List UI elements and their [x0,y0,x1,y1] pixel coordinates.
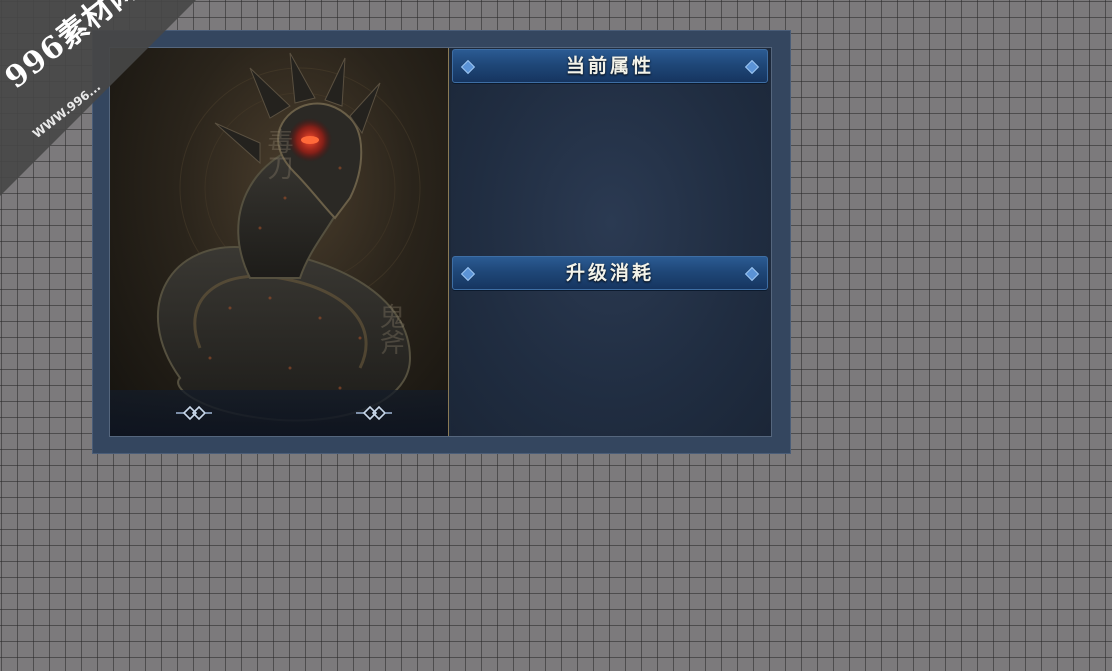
diamond-chain-ornament-icon [356,405,392,421]
portrait-footer [110,390,448,436]
current-attributes-title: 当前属性 [565,55,654,77]
portrait-stamp-1: 毒刀 [263,128,293,180]
portrait-artwork: 毒刀 鬼斧 [110,48,449,436]
upgrade-cost-body [452,292,768,432]
upgrade-cost-title: 升级消耗 [565,262,654,284]
diamond-chain-ornament-icon [176,405,212,421]
upgrade-panel: 毒刀 鬼斧 当前属性 升级消耗 [92,30,791,454]
info-column: 当前属性 升级消耗 [451,48,771,436]
upgrade-cost-header: 升级消耗 [452,256,768,290]
current-attributes-body [452,84,768,254]
panel-inner: 毒刀 鬼斧 当前属性 升级消耗 [109,47,772,437]
dragon-artwork-icon [156,52,421,422]
current-attributes-header: 当前属性 [452,49,768,83]
portrait-stamp-2: 鬼斧 [375,303,405,355]
